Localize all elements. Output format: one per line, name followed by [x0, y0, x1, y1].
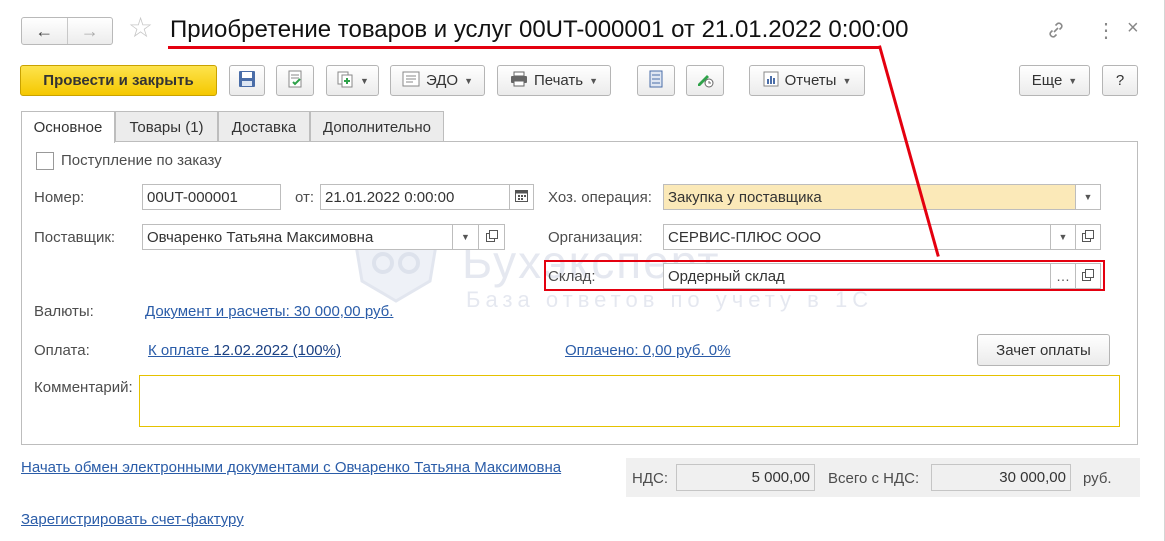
- help-label: ?: [1115, 72, 1125, 89]
- create-based-on-button[interactable]: ▼: [326, 65, 379, 96]
- comment-label: Комментарий:: [34, 379, 133, 396]
- navigation-buttons: ← →: [21, 17, 113, 45]
- operation-select[interactable]: Закупка у поставщика: [663, 184, 1076, 210]
- payment-label: Оплата:: [34, 342, 90, 359]
- chevron-down-icon: ▼: [1083, 192, 1093, 202]
- annotation-underline: [168, 46, 881, 49]
- document-window: ← → ☆ Приобретение товаров и услуг 00UT-…: [0, 0, 1165, 541]
- edo-button[interactable]: ЭДО ▼: [390, 65, 485, 96]
- open-icon: [1082, 229, 1094, 245]
- number-label: Номер:: [34, 189, 85, 206]
- offset-payment-button[interactable]: Зачет оплаты: [977, 334, 1110, 366]
- post-and-close-label: Провести и закрыть: [43, 72, 194, 89]
- register-invoice-link[interactable]: Зарегистрировать счет-фактуру: [21, 511, 244, 528]
- reports-icon: [763, 71, 779, 91]
- chevron-down-icon: ▼: [589, 75, 599, 86]
- tab-main[interactable]: Основное: [21, 111, 115, 143]
- org-field[interactable]: СЕРВИС-ПЛЮС ООО: [663, 224, 1051, 250]
- operation-dropdown-button[interactable]: ▼: [1075, 184, 1101, 210]
- more-label: Еще: [1031, 72, 1063, 89]
- favorite-star-icon[interactable]: ☆: [128, 14, 153, 42]
- page-title: Приобретение товаров и услуг 00UT-000001…: [170, 16, 909, 43]
- tab-delivery[interactable]: Доставка: [218, 111, 310, 142]
- org-open-button[interactable]: [1075, 224, 1101, 250]
- payment-link-prefix: К оплате: [148, 342, 210, 359]
- currency-label: Валюты:: [34, 303, 94, 320]
- payment-link-date: 12.02.2022 (100%): [213, 342, 341, 359]
- list-icon: [649, 70, 663, 92]
- chevron-down-icon: ▼: [360, 75, 369, 86]
- date-label: от:: [295, 189, 315, 206]
- currency-link[interactable]: Документ и расчеты: 30 000,00 руб.: [145, 303, 393, 320]
- chevron-down-icon: ▼: [464, 75, 474, 86]
- back-button[interactable]: ←: [22, 18, 67, 44]
- save-icon: [238, 70, 256, 92]
- more-button[interactable]: Еще ▼: [1019, 65, 1090, 96]
- help-button[interactable]: ?: [1102, 65, 1138, 96]
- start-edo-link[interactable]: Начать обмен электронными документами с …: [21, 459, 561, 476]
- reports-label: Отчеты: [784, 72, 837, 89]
- vat-value: 5 000,00: [676, 464, 815, 491]
- print-button[interactable]: Печать ▼: [497, 65, 611, 96]
- edit-history-button[interactable]: [686, 65, 724, 96]
- edo-label: ЭДО: [425, 72, 459, 89]
- open-icon: [485, 229, 498, 245]
- date-field[interactable]: 21.01.2022 0:00:00: [320, 184, 510, 210]
- chevron-down-icon: ▼: [1058, 232, 1068, 242]
- create-based-on-icon: [336, 70, 354, 92]
- journal-button[interactable]: [637, 65, 675, 96]
- pencil-clock-icon: [696, 70, 714, 92]
- link-icon[interactable]: [1046, 20, 1066, 45]
- chevron-down-icon: ▼: [461, 232, 470, 242]
- comment-textarea[interactable]: [139, 375, 1120, 427]
- more-vertical-icon[interactable]: ⋮: [1096, 18, 1116, 43]
- number-field[interactable]: 00UT-000001: [142, 184, 281, 210]
- payment-link[interactable]: К оплате 12.02.2022 (100%): [148, 342, 341, 359]
- calendar-icon: [515, 189, 528, 205]
- forward-button[interactable]: →: [66, 18, 113, 44]
- chevron-down-icon: ▼: [1068, 75, 1078, 86]
- by-order-checkbox[interactable]: [36, 152, 54, 170]
- org-label: Организация:: [548, 229, 643, 246]
- vat-label: НДС:: [632, 470, 668, 487]
- paid-link[interactable]: Оплачено: 0,00 руб. 0%: [565, 342, 730, 359]
- offset-payment-label: Зачет оплаты: [996, 341, 1091, 359]
- printer-icon: [510, 71, 528, 91]
- currency-unit: руб.: [1083, 470, 1112, 487]
- tab-additional[interactable]: Дополнительно: [310, 111, 444, 142]
- supplier-dropdown-button[interactable]: ▼: [452, 224, 479, 250]
- save-button[interactable]: [229, 65, 265, 96]
- print-label: Печать: [533, 72, 584, 89]
- post-and-close-button[interactable]: Провести и закрыть: [20, 65, 217, 96]
- supplier-label: Поставщик:: [34, 229, 116, 246]
- supplier-field[interactable]: Овчаренко Татьяна Максимовна: [142, 224, 453, 250]
- total-value: 30 000,00: [931, 464, 1071, 491]
- annotation-highlight-box: [544, 260, 1105, 291]
- edo-icon: [402, 71, 420, 91]
- reports-button[interactable]: Отчеты ▼: [749, 65, 865, 96]
- org-dropdown-button[interactable]: ▼: [1050, 224, 1076, 250]
- post-button[interactable]: [276, 65, 314, 96]
- chevron-down-icon: ▼: [842, 75, 852, 86]
- post-document-icon: [286, 70, 304, 92]
- supplier-open-button[interactable]: [478, 224, 505, 250]
- operation-label: Хоз. операция:: [548, 189, 652, 206]
- total-label: Всего с НДС:: [828, 470, 920, 487]
- calendar-button[interactable]: [509, 184, 534, 210]
- by-order-label: Поступление по заказу: [61, 152, 222, 169]
- tab-goods[interactable]: Товары (1): [115, 111, 218, 142]
- close-icon[interactable]: ×: [1127, 17, 1139, 40]
